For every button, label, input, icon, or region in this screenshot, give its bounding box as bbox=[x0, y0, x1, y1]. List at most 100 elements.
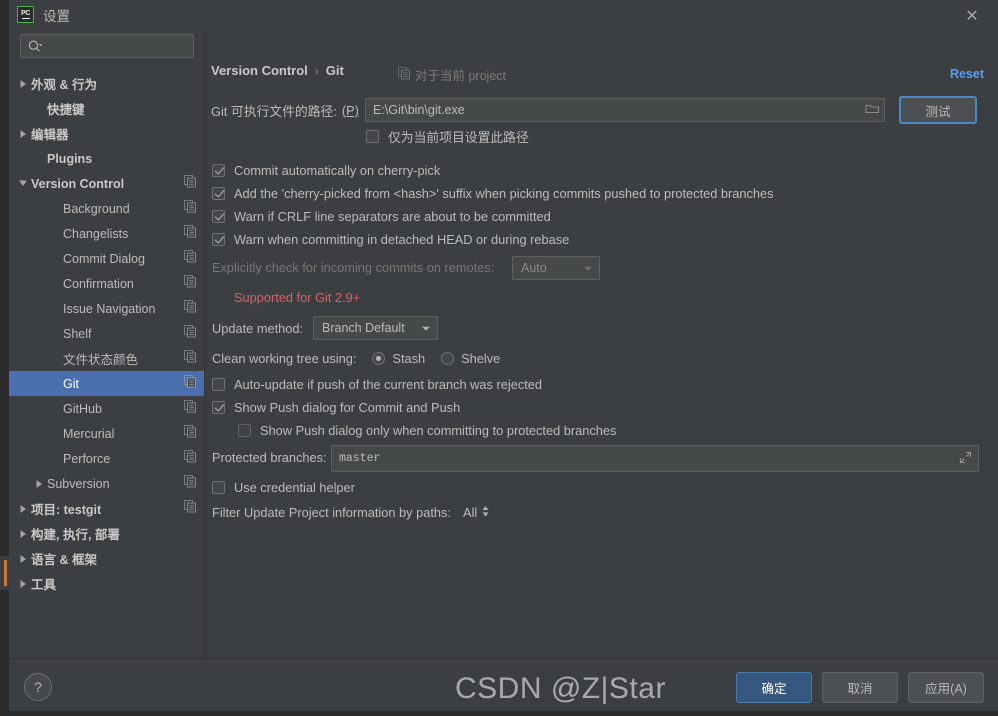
checkbox-commit-automatically-box[interactable] bbox=[212, 164, 225, 177]
chevron-right-icon bbox=[15, 504, 31, 514]
breadcrumb: Version Control › Git bbox=[211, 63, 344, 78]
sidebar-item-label: 工具 bbox=[31, 578, 57, 592]
checkbox-cherry-picked-suffix[interactable]: Add the 'cherry-picked from <hash>' suff… bbox=[212, 186, 774, 201]
update-method-select[interactable]: Branch Default bbox=[313, 316, 438, 340]
sidebar-item-[interactable]: 编辑器 bbox=[9, 121, 204, 146]
checkbox-show-push-dialog-label: Show Push dialog for Commit and Push bbox=[234, 400, 461, 415]
update-method-row: Update method: bbox=[212, 321, 303, 336]
checkbox-credential-helper-box[interactable] bbox=[212, 481, 225, 494]
search-box[interactable] bbox=[20, 34, 194, 58]
filter-paths-select[interactable]: All bbox=[463, 504, 490, 521]
copy-icon bbox=[398, 66, 411, 83]
sidebar-item-[interactable]: 语言 & 框架 bbox=[9, 546, 204, 571]
checkbox-commit-automatically[interactable]: Commit automatically on cherry-pick bbox=[212, 163, 440, 178]
git-path-value: E:\Git\bin\git.exe bbox=[373, 103, 465, 117]
sidebar-item-label: Shelf bbox=[63, 326, 92, 341]
sidebar-item-testgit[interactable]: 项目: testgit bbox=[9, 496, 204, 521]
sidebar-item-label: 编辑器 bbox=[31, 128, 69, 142]
sidebar-item-label: Changelists bbox=[63, 226, 129, 241]
sidebar-item-git[interactable]: Git bbox=[9, 371, 204, 396]
radio-shelve[interactable]: Shelve bbox=[441, 351, 500, 366]
checkbox-warn-crlf-box[interactable] bbox=[212, 210, 225, 223]
radio-stash[interactable]: Stash bbox=[372, 351, 425, 366]
checkbox-warn-detached-head[interactable]: Warn when committing in detached HEAD or… bbox=[212, 232, 569, 247]
settings-tree: 外观 & 行为 快捷键编辑器 Plugins Version Control Back… bbox=[9, 71, 204, 596]
expand-icon[interactable] bbox=[959, 451, 974, 467]
checkbox-auto-update-label: Auto-update if push of the current branc… bbox=[234, 377, 543, 392]
checkbox-show-push-dialog-protected[interactable]: Show Push dialog only when committing to… bbox=[238, 423, 616, 438]
copy-icon bbox=[184, 499, 197, 518]
checkbox-warn-crlf-label: Warn if CRLF line separators are about t… bbox=[234, 209, 551, 224]
checkbox-cherry-picked-suffix-box[interactable] bbox=[212, 187, 225, 200]
sidebar-item-mercurial[interactable]: Mercurial bbox=[9, 421, 204, 446]
reset-link[interactable]: Reset bbox=[950, 67, 984, 81]
search-input[interactable] bbox=[46, 38, 186, 54]
sidebar-item-label: GitHub bbox=[63, 401, 102, 416]
copy-icon bbox=[184, 249, 197, 268]
sidebar-item-issue-navigation[interactable]: Issue Navigation bbox=[9, 296, 204, 321]
sidebar-item-[interactable]: 工具 bbox=[9, 571, 204, 596]
clean-working-tree-row: Clean working tree using: Stash Shelve bbox=[212, 351, 500, 366]
settings-main-panel: Version Control › Git 对于当前 project Reset… bbox=[205, 29, 998, 658]
close-icon[interactable]: ✕ bbox=[962, 5, 982, 25]
copy-icon bbox=[184, 349, 197, 368]
protected-branches-input[interactable]: master bbox=[331, 445, 979, 472]
sidebar-item-confirmation[interactable]: Confirmation bbox=[9, 271, 204, 296]
sidebar-item-github[interactable]: GitHub bbox=[9, 396, 204, 421]
breadcrumb-parent[interactable]: Version Control bbox=[211, 63, 308, 78]
settings-dialog-root: PC 设置 ✕ 外观 & 行为 快捷键 编辑器 Plugins Version … bbox=[0, 0, 998, 716]
protected-branches-label: Protected branches: bbox=[212, 450, 327, 465]
radio-stash-button[interactable] bbox=[372, 352, 386, 365]
checkbox-show-push-dialog-protected-box[interactable] bbox=[238, 424, 251, 437]
sidebar-item-subversion[interactable]: Subversion bbox=[9, 471, 204, 496]
copy-icon bbox=[184, 174, 197, 193]
copy-icon bbox=[184, 374, 197, 393]
checkbox-warn-crlf[interactable]: Warn if CRLF line separators are about t… bbox=[212, 209, 551, 224]
update-method-value: Branch Default bbox=[322, 321, 405, 335]
checkbox-auto-update-box[interactable] bbox=[212, 378, 225, 391]
footer-button-ok[interactable]: 确定 bbox=[736, 672, 812, 703]
sidebar-item-label: 语言 & 框架 bbox=[31, 553, 97, 567]
sidebar-item-plugins[interactable]: Plugins bbox=[9, 146, 204, 171]
project-path-only-checkbox[interactable]: 仅为当前项目设置此路径 bbox=[366, 127, 529, 146]
git-path-input[interactable]: E:\Git\bin\git.exe bbox=[365, 98, 885, 122]
radio-shelve-button[interactable] bbox=[441, 352, 455, 365]
git-path-label: Git 可执行文件的路径: bbox=[211, 104, 337, 119]
sidebar-item-[interactable]: 文件状态颜色 bbox=[9, 346, 204, 371]
sidebar-item-label: Plugins bbox=[47, 151, 93, 166]
sidebar-item-commit-dialog[interactable]: Commit Dialog bbox=[9, 246, 204, 271]
sidebar-search-wrap bbox=[9, 34, 204, 58]
test-button[interactable]: 测试 bbox=[899, 96, 977, 124]
updown-arrows-icon bbox=[481, 504, 490, 521]
sidebar-item-[interactable]: 外观 & 行为 bbox=[9, 71, 204, 96]
incoming-commits-select[interactable]: Auto bbox=[512, 256, 600, 280]
git-path-mnemonic: (P) bbox=[341, 103, 359, 118]
sidebar-item-changelists[interactable]: Changelists bbox=[9, 221, 204, 246]
sidebar-item-version-control[interactable]: Version Control bbox=[9, 171, 204, 196]
checkbox-auto-update[interactable]: Auto-update if push of the current branc… bbox=[212, 377, 542, 392]
copy-icon bbox=[184, 274, 197, 293]
filter-paths-value: All bbox=[463, 505, 478, 520]
sidebar-item-background[interactable]: Background bbox=[9, 196, 204, 221]
project-path-only-box[interactable] bbox=[366, 130, 379, 143]
chevron-right-icon bbox=[15, 129, 31, 139]
clean-working-tree-label: Clean working tree using: bbox=[212, 351, 357, 366]
dialog-footer: ? 确定 取消 应用(A) bbox=[9, 658, 998, 716]
checkbox-show-push-dialog[interactable]: Show Push dialog for Commit and Push bbox=[212, 400, 460, 415]
checkbox-show-push-dialog-box[interactable] bbox=[212, 401, 225, 414]
sidebar-item-label: 文件状态颜色 bbox=[63, 353, 139, 367]
bottom-strip bbox=[0, 711, 998, 716]
sidebar-item-[interactable]: 构建, 执行, 部署 bbox=[9, 521, 204, 546]
checkbox-warn-detached-head-box[interactable] bbox=[212, 233, 225, 246]
folder-icon[interactable] bbox=[865, 102, 880, 118]
sidebar-item-[interactable]: 快捷键 bbox=[9, 96, 204, 121]
sidebar-item-shelf[interactable]: Shelf bbox=[9, 321, 204, 346]
supported-note-row: Supported for Git 2.9+ bbox=[234, 290, 360, 305]
help-button[interactable]: ? bbox=[24, 673, 52, 701]
checkbox-credential-helper[interactable]: Use credential helper bbox=[212, 480, 355, 495]
settings-sidebar: 外观 & 行为 快捷键编辑器 Plugins Version Control Back… bbox=[9, 29, 205, 658]
sidebar-item-label: 构建, 执行, 部署 bbox=[31, 528, 120, 542]
footer-button-apply[interactable]: 应用(A) bbox=[908, 672, 984, 703]
footer-button-cancel[interactable]: 取消 bbox=[822, 672, 898, 703]
sidebar-item-perforce[interactable]: Perforce bbox=[9, 446, 204, 471]
